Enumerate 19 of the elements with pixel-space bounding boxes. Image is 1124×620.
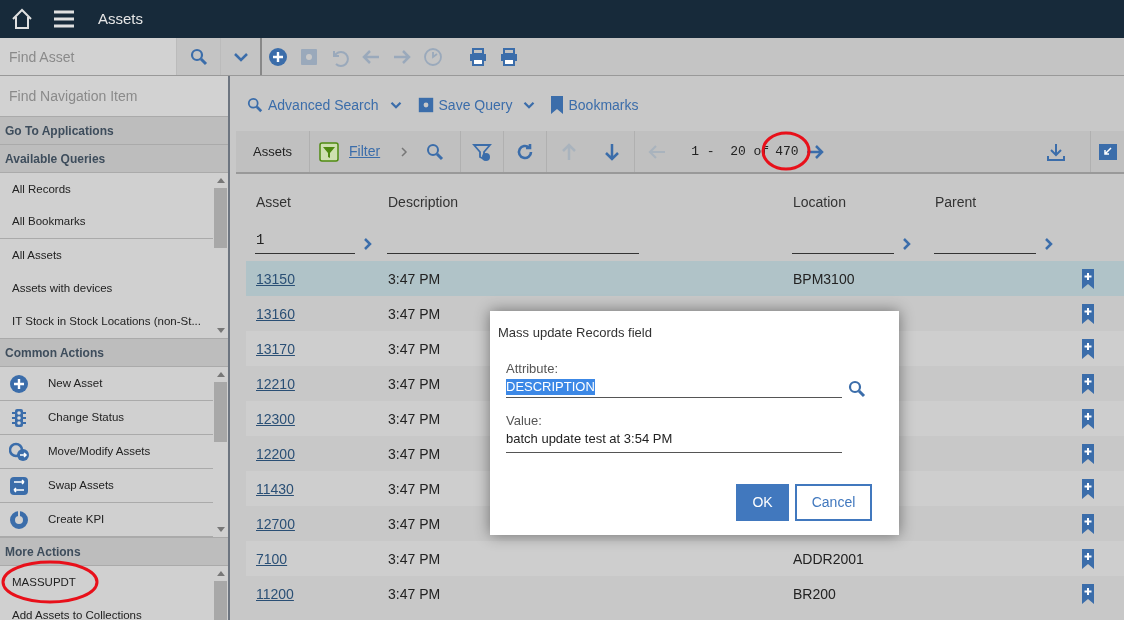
- field-label: Attribute:: [506, 359, 560, 378]
- record-total: 470: [775, 142, 799, 161]
- table-cell: 3:47 PM: [388, 410, 441, 427]
- table-title: Assets: [236, 131, 310, 172]
- table-cell: 3:47 PM: [388, 305, 441, 322]
- table-cell: BPM3100: [793, 270, 855, 287]
- dialog-title: Mass update Records field: [498, 324, 653, 342]
- table-cell: BR200: [793, 585, 836, 602]
- table-cell: 3:47 PM: [388, 585, 441, 602]
- table-cell: 3:47 PM: [388, 515, 441, 532]
- app-title: Assets: [98, 8, 143, 29]
- table-cell: 3:47 PM: [388, 270, 441, 287]
- field-label: Value:: [506, 412, 543, 430]
- table-cell: ADDR2001: [793, 550, 864, 567]
- table-cell: 3:47 PM: [388, 550, 441, 567]
- table-cell: 3:47 PM: [388, 480, 441, 497]
- table-cell: 3:47 PM: [388, 375, 441, 392]
- table-cell: 3:47 PM: [388, 340, 441, 357]
- table-cell: 3:47 PM: [388, 445, 441, 462]
